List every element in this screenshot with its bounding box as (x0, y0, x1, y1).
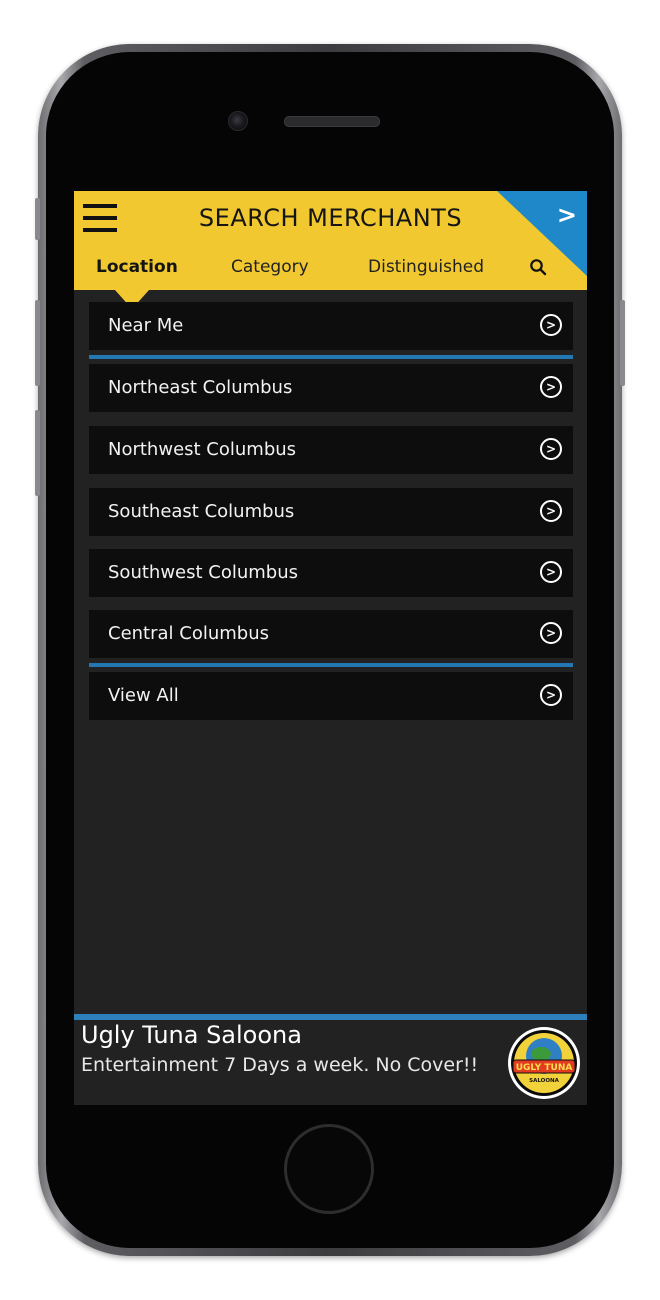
volume-down-button (35, 410, 40, 496)
chevron-right-circle-icon: > (540, 561, 562, 583)
chevron-right-circle-icon: > (540, 500, 562, 522)
ugly-tuna-logo: UGLY TUNA SALOONA (508, 1027, 580, 1099)
list-item-view-all[interactable]: View All > (89, 672, 573, 720)
home-button[interactable] (284, 1124, 374, 1214)
search-icon[interactable] (529, 258, 547, 276)
ad-subtitle: Entertainment 7 Days a week. No Cover!! (81, 1054, 479, 1076)
list-item-northwest-columbus[interactable]: Northwest Columbus > (89, 426, 573, 474)
volume-up-button (35, 300, 40, 386)
list-item-near-me[interactable]: Near Me > (89, 302, 573, 350)
list-item-label: View All (108, 685, 179, 706)
chevron-right-icon: > (556, 201, 577, 229)
list-item-northeast-columbus[interactable]: Northeast Columbus > (89, 364, 573, 412)
chevron-right-circle-icon: > (540, 314, 562, 336)
section-divider (89, 355, 573, 359)
list-item-label: Southeast Columbus (108, 501, 295, 522)
ad-title: Ugly Tuna Saloona (81, 1021, 302, 1049)
tab-location[interactable]: Location (96, 257, 178, 277)
power-button (620, 300, 625, 386)
earpiece-speaker (284, 116, 380, 127)
list-item-label: Central Columbus (108, 623, 269, 644)
list-item-central-columbus[interactable]: Central Columbus > (89, 610, 573, 658)
ad-banner[interactable]: Ugly Tuna Saloona Entertainment 7 Days a… (74, 1020, 587, 1105)
svg-text:SALOONA: SALOONA (529, 1078, 559, 1084)
tab-category[interactable]: Category (231, 257, 309, 277)
chevron-right-circle-icon: > (540, 684, 562, 706)
mute-switch (35, 198, 40, 240)
app-screen: SEARCH MERCHANTS > Location Category Dis… (74, 191, 587, 1105)
svg-text:UGLY TUNA: UGLY TUNA (516, 1063, 573, 1073)
list-item-label: Northwest Columbus (108, 439, 297, 460)
front-camera (228, 111, 248, 131)
mockup-stage: SEARCH MERCHANTS > Location Category Dis… (0, 0, 660, 1300)
chevron-right-circle-icon: > (540, 622, 562, 644)
list-item-label: Northeast Columbus (108, 377, 293, 398)
list-item-southwest-columbus[interactable]: Southwest Columbus > (89, 549, 573, 597)
section-divider (89, 663, 573, 667)
list-item-label: Near Me (108, 315, 184, 336)
tab-distinguished[interactable]: Distinguished (368, 257, 484, 277)
list-item-southeast-columbus[interactable]: Southeast Columbus > (89, 488, 573, 536)
chevron-right-circle-icon: > (540, 438, 562, 460)
list-item-label: Southwest Columbus (108, 562, 299, 583)
app-header: SEARCH MERCHANTS > Location Category Dis… (74, 191, 587, 290)
chevron-right-circle-icon: > (540, 376, 562, 398)
